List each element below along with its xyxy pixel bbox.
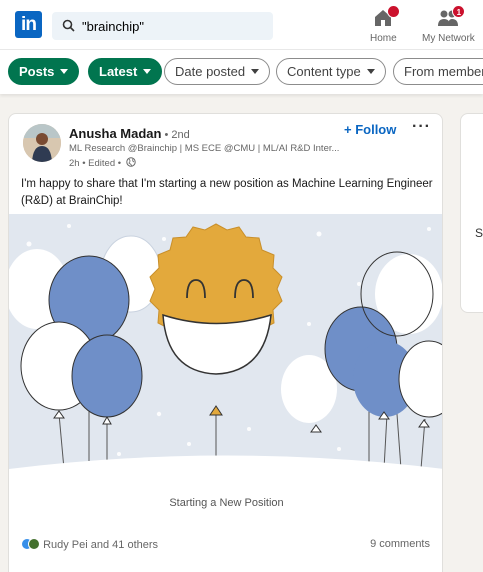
filter-latest[interactable]: Latest (88, 58, 163, 85)
post-card: Anusha Madan • 2nd ML Research @Brainchip… (8, 113, 443, 572)
filter-from-member[interactable]: From member (393, 58, 483, 85)
reactions-summary[interactable]: Rudy Pei and 41 others (21, 538, 158, 551)
filter-content-type[interactable]: Content type (276, 58, 386, 85)
image-caption: Starting a New Position (169, 497, 284, 509)
search-icon (62, 19, 75, 32)
comments-count[interactable]: 9 comments (370, 538, 430, 550)
filter-posts[interactable]: Posts (8, 58, 80, 85)
author-headline: ML Research @Brainchip | MS ECE @CMU | M… (69, 143, 340, 154)
network-badge: 1 (452, 5, 466, 18)
search-bar[interactable] (52, 12, 273, 40)
filter-from-member-label: From member (404, 64, 483, 79)
more-options-icon[interactable]: ··· (412, 118, 431, 136)
author-name[interactable]: Anusha Madan • 2nd (69, 126, 190, 141)
nav-home[interactable]: Home (370, 5, 401, 44)
globe-icon (126, 157, 136, 167)
home-badge (387, 5, 401, 18)
post-image[interactable] (9, 214, 443, 474)
side-card-text: S (475, 226, 483, 240)
avatar[interactable] (23, 124, 61, 162)
people-icon: 1 (437, 5, 466, 27)
filter-latest-label: Latest (99, 64, 138, 79)
celebrate-reaction-icon (28, 538, 40, 550)
home-icon (372, 5, 401, 27)
chevron-down-icon (143, 69, 152, 74)
side-card: S (460, 113, 483, 313)
nav-home-label: Home (370, 33, 397, 44)
linkedin-logo[interactable]: in (15, 11, 42, 38)
post-meta: 2h • Edited • (69, 157, 136, 169)
nav-my-network[interactable]: 1 My Network (422, 5, 475, 44)
reactions-text[interactable]: Rudy Pei and 41 others (43, 539, 158, 551)
post-text: I'm happy to share that I'm starting a n… (21, 178, 433, 207)
search-input[interactable] (82, 12, 267, 40)
chevron-down-icon (251, 69, 260, 74)
connection-degree: • 2nd (164, 129, 190, 141)
chevron-down-icon (366, 69, 375, 74)
nav-my-network-label: My Network (422, 33, 475, 44)
post-meta-text: 2h • Edited • (69, 158, 122, 169)
filter-posts-label: Posts (19, 64, 55, 79)
chevron-down-icon (60, 69, 69, 74)
follow-button[interactable]: + Follow (344, 122, 396, 137)
filter-date-posted[interactable]: Date posted (164, 58, 271, 85)
author-name-text[interactable]: Anusha Madan (69, 126, 161, 141)
filter-content-type-label: Content type (287, 64, 361, 79)
filter-date-posted-label: Date posted (175, 64, 246, 79)
search-filters: Posts Latest Date posted Content type Fr… (0, 50, 483, 94)
top-nav: in Home 1 My Network (0, 0, 483, 50)
